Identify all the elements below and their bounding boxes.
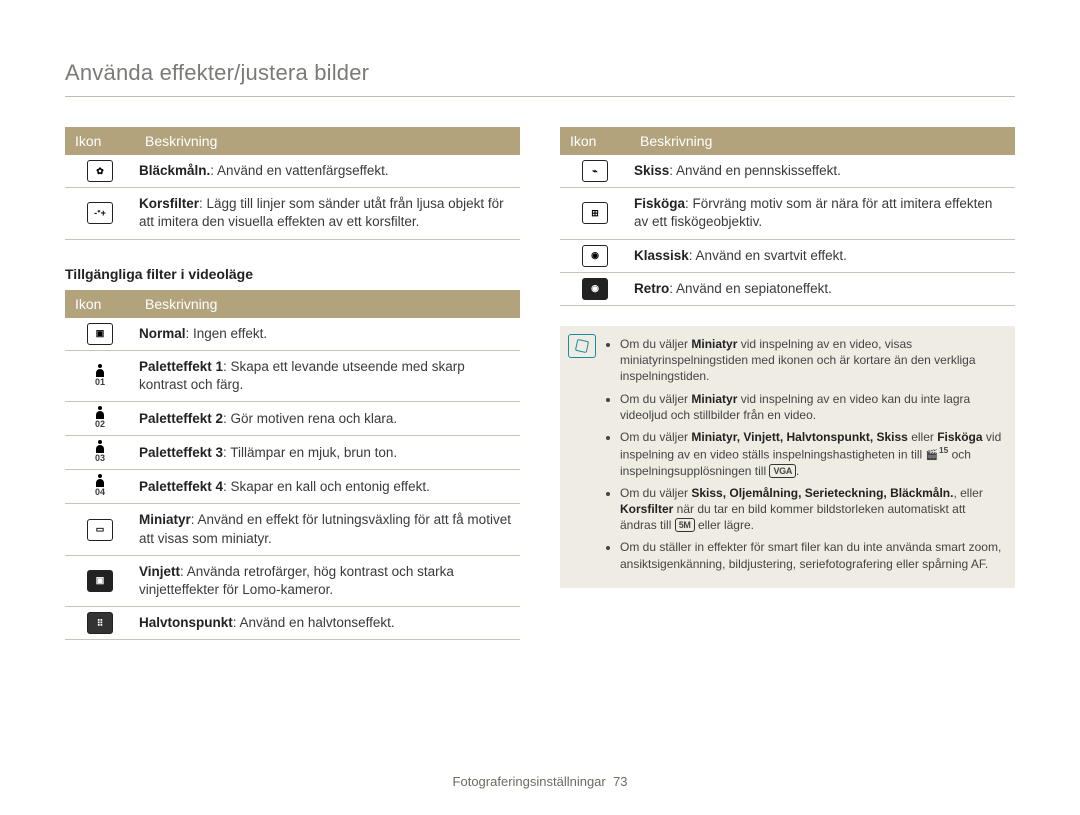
- list-item: Om du väljer Miniatyr vid inspelning av …: [620, 391, 1003, 423]
- list-item: Om du ställer in effekter för smart file…: [620, 539, 1003, 571]
- palette3-icon: 03: [88, 443, 112, 465]
- table-row: 04 Paletteffekt 4: Skapar en kall och en…: [65, 470, 520, 504]
- fisheye-icon: ⊞: [582, 202, 608, 224]
- retro-icon: ◉: [582, 278, 608, 300]
- list-item: Om du väljer Miniatyr, Vinjett, Halvtons…: [620, 429, 1003, 479]
- table-row: 03 Paletteffekt 3: Tillämpar en mjuk, br…: [65, 436, 520, 470]
- footer-page: 73: [613, 774, 627, 789]
- section-subtitle: Tillgängliga filter i videoläge: [65, 266, 520, 282]
- table-photo-filters-continued: Ikon Beskrivning ✿ Bläckmåln.: Använd en…: [65, 127, 520, 240]
- th-ikon: Ikon: [560, 127, 630, 155]
- vignette-icon: ▣: [87, 570, 113, 592]
- table-video-filters: Ikon Beskrivning ▣ Normal: Ingen effekt.…: [65, 290, 520, 641]
- table-row: ◉ Retro: Använd en sepiatoneffekt.: [560, 272, 1015, 305]
- page-root: Använda effekter/justera bilder Ikon Bes…: [0, 0, 1080, 815]
- table-row: 02 Paletteffekt 2: Gör motiven rena och …: [65, 402, 520, 436]
- table-row: ▭ Miniatyr: Använd en effekt för lutning…: [65, 504, 520, 555]
- th-beskrivning: Beskrivning: [630, 127, 1015, 155]
- note-icon: [568, 334, 596, 358]
- table-row: ✿ Bläckmåln.: Använd en vattenfärgseffek…: [65, 155, 520, 188]
- footer-section: Fotograferingsinställningar: [453, 774, 606, 789]
- table-row: ▣ Normal: Ingen effekt.: [65, 318, 520, 351]
- note-box: Om du väljer Miniatyr vid inspelning av …: [560, 326, 1015, 588]
- th-ikon: Ikon: [65, 290, 135, 318]
- sketch-icon: ⌁: [582, 160, 608, 182]
- table-row: ⌁ Skiss: Använd en pennskisseffekt.: [560, 155, 1015, 188]
- th-ikon: Ikon: [65, 127, 135, 155]
- title-divider: [65, 96, 1015, 97]
- columns: Ikon Beskrivning ✿ Bläckmåln.: Använd en…: [65, 127, 1015, 640]
- th-beskrivning: Beskrivning: [135, 290, 520, 318]
- list-item: Om du väljer Skiss, Oljemålning, Seriete…: [620, 485, 1003, 534]
- table-row: 01 Paletteffekt 1: Skapa ett levande uts…: [65, 350, 520, 401]
- halftone-icon: ⠿: [87, 612, 113, 634]
- th-beskrivning: Beskrivning: [135, 127, 520, 155]
- cross-filter-icon: -ᐩ+: [87, 202, 113, 224]
- miniature-icon: ▭: [87, 519, 113, 541]
- fps-badge: 15: [926, 445, 949, 462]
- page-title: Använda effekter/justera bilder: [65, 60, 1015, 86]
- 5m-badge: 5M: [675, 518, 695, 532]
- vga-badge: VGA: [769, 464, 796, 478]
- palette4-icon: 04: [88, 477, 112, 499]
- right-column: Ikon Beskrivning ⌁ Skiss: Använd en penn…: [560, 127, 1015, 640]
- palette2-icon: 02: [88, 409, 112, 431]
- classic-icon: ◉: [582, 245, 608, 267]
- table-video-filters-continued: Ikon Beskrivning ⌁ Skiss: Använd en penn…: [560, 127, 1015, 306]
- palette1-icon: 01: [88, 367, 112, 389]
- left-column: Ikon Beskrivning ✿ Bläckmåln.: Använd en…: [65, 127, 520, 640]
- ink-icon: ✿: [87, 160, 113, 182]
- table-row: ⊞ Fisköga: Förvräng motiv som är nära fö…: [560, 188, 1015, 239]
- table-row: ⠿ Halvtonspunkt: Använd en halvtonseffek…: [65, 607, 520, 640]
- table-row: ▣ Vinjett: Använda retrofärger, hög kont…: [65, 555, 520, 606]
- list-item: Om du väljer Miniatyr vid inspelning av …: [620, 336, 1003, 385]
- table-row: -ᐩ+ Korsfilter: Lägg till linjer som sän…: [65, 188, 520, 239]
- normal-icon: ▣: [87, 323, 113, 345]
- footer: Fotograferingsinställningar 73: [0, 774, 1080, 789]
- table-row: ◉ Klassisk: Använd en svartvit effekt.: [560, 239, 1015, 272]
